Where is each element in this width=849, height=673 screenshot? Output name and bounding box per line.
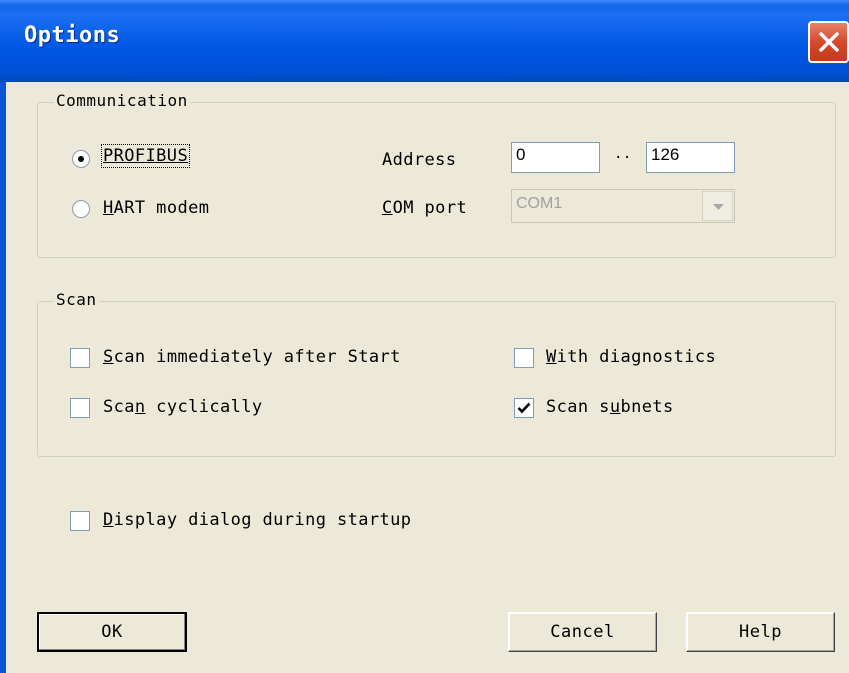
scan-cyclically-mnemonic: n (134, 397, 146, 417)
scan-immediately-label-text: can immediately after Start (113, 347, 401, 367)
display-dialog-mnemonic: D (103, 510, 114, 530)
com-port-dropdown-button (702, 191, 733, 221)
scan-cyclically-text-a: Sca (103, 397, 135, 417)
scan-immediately-checkbox[interactable] (70, 348, 90, 368)
hart-modem-label-text: ART modem (113, 198, 210, 218)
hart-modem-label[interactable]: HART modem (103, 198, 209, 218)
scan-immediately-label[interactable]: Scan immediately after Start (103, 347, 401, 367)
scan-immediately-mnemonic: S (103, 347, 114, 367)
com-port-mnemonic: C (382, 198, 393, 218)
profibus-label-text: PROFIBUS (103, 146, 189, 166)
chevron-down-icon (713, 204, 724, 210)
profibus-label[interactable]: PROFIBUS (100, 144, 191, 168)
scan-cyclically-label[interactable]: Scan cyclically (103, 397, 263, 417)
profibus-radio[interactable] (72, 150, 90, 168)
with-diagnostics-label[interactable]: With diagnostics (546, 347, 716, 367)
close-button[interactable] (808, 21, 849, 63)
com-port-select: COM1 (511, 189, 735, 223)
address-range-separator: ·· (614, 150, 632, 166)
scan-cyclically-text-b: cyclically (145, 397, 263, 417)
scan-group-label: Scan (54, 290, 99, 309)
com-port-value: COM1 (516, 195, 563, 212)
ok-button[interactable]: OK (37, 612, 187, 652)
with-diagnostics-label-text: ith diagnostics (556, 347, 717, 367)
scan-subnets-label[interactable]: Scan subnets (546, 397, 674, 417)
com-port-label-text: OM port (392, 198, 468, 218)
scan-subnets-text-a: Scan s (546, 397, 610, 417)
communication-group-label: Communication (54, 91, 190, 110)
scan-group: Scan (37, 290, 836, 457)
options-dialog: Options Communication PROFIBUS HART mode… (0, 0, 849, 673)
window-title: Options (24, 23, 121, 48)
display-dialog-checkbox[interactable] (70, 511, 90, 531)
address-from-input[interactable]: 0 (511, 142, 600, 173)
display-dialog-label[interactable]: Display dialog during startup (103, 510, 411, 530)
display-dialog-label-text: isplay dialog during startup (113, 510, 412, 530)
title-bar[interactable]: Options (0, 0, 849, 82)
scan-subnets-mnemonic: u (609, 397, 621, 417)
scan-cyclically-checkbox[interactable] (70, 398, 90, 418)
close-icon (819, 32, 839, 52)
scan-subnets-text-b: bnets (620, 397, 674, 417)
com-port-label: COM port (382, 198, 467, 218)
cancel-button[interactable]: Cancel (508, 612, 657, 652)
scan-subnets-checkbox[interactable] (514, 398, 534, 418)
address-label: Address (382, 150, 457, 170)
check-icon (517, 402, 531, 414)
hart-modem-mnemonic: H (103, 198, 114, 218)
window-border (0, 82, 6, 673)
help-button[interactable]: Help (686, 612, 835, 652)
hart-modem-radio[interactable] (72, 200, 90, 218)
address-to-input[interactable]: 126 (646, 142, 735, 173)
communication-group: Communication (37, 91, 836, 258)
with-diagnostics-checkbox[interactable] (514, 348, 534, 368)
with-diagnostics-mnemonic: W (546, 347, 557, 367)
